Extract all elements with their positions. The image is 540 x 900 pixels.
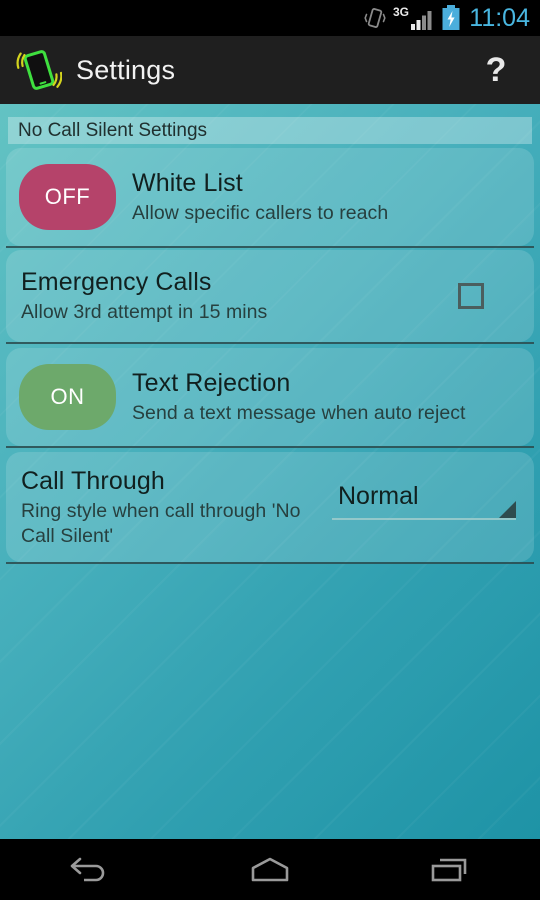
nav-home-button[interactable] bbox=[180, 839, 360, 900]
back-icon bbox=[70, 857, 105, 881]
status-bar-clock: 11:04 bbox=[469, 4, 530, 32]
chevron-down-icon bbox=[499, 501, 516, 518]
call-through-spinner[interactable]: Normal bbox=[332, 476, 516, 524]
recents-icon bbox=[431, 858, 467, 881]
navigation-bar bbox=[0, 839, 540, 900]
text-rejection-toggle[interactable]: ON bbox=[19, 364, 116, 430]
home-icon bbox=[251, 857, 289, 881]
call-through-text: Call Through Ring style when call throug… bbox=[21, 466, 301, 549]
svg-text:3G: 3G bbox=[393, 5, 409, 19]
vibrating-phone-icon bbox=[16, 50, 62, 90]
section-header-label: No Call Silent Settings bbox=[18, 120, 208, 141]
nav-back-button[interactable] bbox=[0, 839, 180, 900]
help-button[interactable]: ? bbox=[476, 46, 516, 94]
section-header: No Call Silent Settings bbox=[8, 117, 532, 144]
preference-row-emergency-calls[interactable]: Emergency Calls Allow 3rd attempt in 15 … bbox=[6, 250, 534, 342]
preference-row-white-list[interactable]: OFF White List Allow specific callers to… bbox=[6, 148, 534, 246]
white-list-summary: Allow specific callers to reach bbox=[132, 202, 389, 224]
row-divider bbox=[6, 562, 534, 564]
text-rejection-toggle-label: ON bbox=[50, 384, 85, 409]
status-bar: 3G 11:04 bbox=[0, 0, 540, 36]
white-list-text: White List Allow specific callers to rea… bbox=[132, 168, 388, 226]
spinner-underline bbox=[332, 518, 516, 520]
white-list-title: White List bbox=[132, 169, 243, 197]
action-bar: Settings ? bbox=[0, 36, 540, 104]
emergency-calls-text: Emergency Calls Allow 3rd attempt in 15 … bbox=[21, 267, 267, 325]
vibrate-icon bbox=[364, 8, 386, 28]
white-list-toggle-label: OFF bbox=[44, 184, 91, 209]
nav-recents-button[interactable] bbox=[360, 839, 540, 900]
settings-list: No Call Silent Settings OFF White List A… bbox=[0, 104, 540, 839]
text-rejection-summary: Send a text message when auto reject bbox=[132, 402, 466, 424]
text-rejection-title: Text Rejection bbox=[132, 369, 291, 397]
question-mark-icon: ? bbox=[485, 51, 507, 89]
row-divider bbox=[6, 246, 534, 248]
emergency-calls-summary: Allow 3rd attempt in 15 mins bbox=[21, 301, 268, 323]
status-bar-icons: 3G 11:04 bbox=[364, 0, 540, 36]
preference-row-call-through[interactable]: Call Through Ring style when call throug… bbox=[6, 452, 534, 562]
preference-row-text-rejection[interactable]: ON Text Rejection Send a text message wh… bbox=[6, 348, 534, 446]
battery-charging-icon bbox=[442, 5, 460, 30]
emergency-calls-title: Emergency Calls bbox=[21, 268, 212, 296]
call-through-title: Call Through bbox=[21, 466, 165, 495]
text-rejection-text: Text Rejection Send a text message when … bbox=[132, 368, 466, 426]
emergency-calls-checkbox[interactable] bbox=[458, 283, 484, 309]
android-device-screen: 3G 11:04 Settings ? No Call Silent Setti… bbox=[0, 0, 540, 900]
call-through-summary-line-2: Call Silent' bbox=[21, 524, 114, 547]
row-divider bbox=[6, 446, 534, 448]
signal-3g-icon: 3G bbox=[393, 5, 432, 30]
page-title: Settings bbox=[76, 54, 176, 85]
white-list-toggle[interactable]: OFF bbox=[19, 164, 116, 230]
call-through-spinner-value: Normal bbox=[338, 482, 419, 510]
row-divider bbox=[6, 342, 534, 344]
call-through-summary-line-1: Ring style when call through 'No bbox=[21, 499, 301, 522]
